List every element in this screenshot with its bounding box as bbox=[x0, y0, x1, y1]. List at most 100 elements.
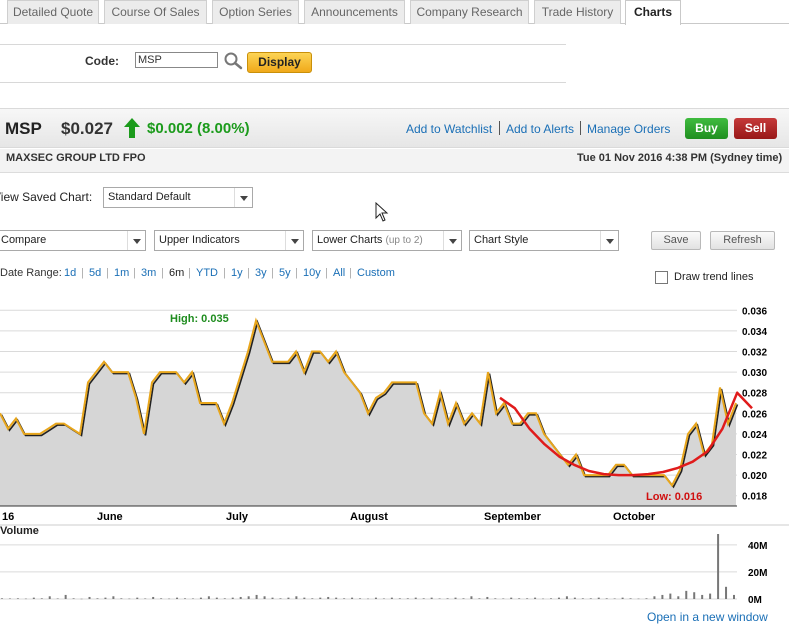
volume-bar bbox=[351, 597, 354, 599]
y-tick-label: 0.026 bbox=[742, 409, 767, 420]
volume-bar bbox=[191, 598, 194, 599]
volume-bar bbox=[605, 598, 608, 599]
volume-bar bbox=[374, 597, 377, 599]
volume-bar bbox=[287, 597, 290, 599]
open-new-window-link[interactable]: Open in a new window bbox=[647, 610, 768, 624]
saved-chart-value: Standard Default bbox=[108, 191, 191, 203]
tab-charts[interactable]: Charts bbox=[625, 0, 681, 25]
volume-panel-title: Volume bbox=[0, 525, 39, 537]
volume-bar bbox=[414, 597, 417, 599]
volume-bar bbox=[207, 596, 210, 599]
display-button[interactable]: Display bbox=[247, 52, 312, 73]
volume-bar bbox=[398, 598, 401, 599]
volume-bar bbox=[454, 597, 457, 599]
volume-bar bbox=[557, 597, 560, 599]
tab-company-research[interactable]: Company Research bbox=[410, 0, 529, 24]
lower-charts-value: Lower Charts bbox=[317, 234, 383, 246]
date-range-custom[interactable]: Custom bbox=[357, 267, 395, 279]
date-range-3m[interactable]: 3m bbox=[141, 267, 156, 279]
volume-bar bbox=[693, 592, 696, 599]
quote-datetime: Tue 01 Nov 2016 4:38 PM (Sydney time) bbox=[577, 152, 783, 164]
x-tick-label: October bbox=[613, 511, 656, 523]
compare-value: Compare bbox=[1, 234, 47, 246]
date-range-6m[interactable]: 6m bbox=[169, 267, 184, 279]
tab-announcements[interactable]: Announcements bbox=[304, 0, 405, 24]
volume-bar bbox=[263, 596, 266, 599]
volume-bar bbox=[430, 597, 433, 599]
divider: | bbox=[295, 267, 298, 279]
date-range-10y[interactable]: 10y bbox=[303, 267, 321, 279]
code-input[interactable] bbox=[135, 52, 218, 68]
volume-bar bbox=[319, 597, 322, 599]
volume-bar bbox=[685, 590, 688, 599]
x-tick-label: 16 bbox=[2, 511, 14, 523]
draw-trend-lines-checkbox[interactable] bbox=[655, 271, 668, 284]
volume-bar bbox=[422, 598, 425, 599]
volume-bar bbox=[502, 598, 505, 599]
date-range-ytd[interactable]: YTD bbox=[196, 267, 218, 279]
compare-select[interactable]: Compare bbox=[0, 230, 146, 251]
y-tick-label: 0.018 bbox=[742, 492, 767, 503]
y-tick-label: 0.020 bbox=[742, 471, 767, 482]
divider: | bbox=[133, 267, 136, 279]
code-label: Code: bbox=[85, 54, 119, 68]
add-to-watchlist-link[interactable]: Add to Watchlist bbox=[406, 122, 492, 136]
refresh-button[interactable]: Refresh bbox=[710, 231, 775, 250]
manage-orders-link[interactable]: Manage Orders bbox=[587, 122, 670, 136]
chevron-down-icon bbox=[234, 188, 252, 207]
volume-bar bbox=[255, 594, 258, 599]
date-range-1y[interactable]: 1y bbox=[231, 267, 243, 279]
y-tick-label: 0.034 bbox=[742, 327, 767, 338]
volume-bar bbox=[128, 598, 131, 600]
volume-bar bbox=[168, 598, 171, 600]
volume-bar bbox=[621, 597, 624, 599]
tab-course-of-sales[interactable]: Course Of Sales bbox=[104, 0, 207, 24]
add-to-alerts-link[interactable]: Add to Alerts bbox=[506, 122, 574, 136]
volume-bar bbox=[438, 598, 441, 599]
volume-bar bbox=[120, 598, 123, 599]
tab-detailed-quote[interactable]: Detailed Quote bbox=[7, 0, 99, 24]
magnifier-icon[interactable] bbox=[222, 51, 244, 71]
date-range-all[interactable]: All bbox=[333, 267, 345, 279]
volume-bar bbox=[311, 598, 314, 599]
save-button[interactable]: Save bbox=[651, 231, 701, 250]
date-range-1d[interactable]: 1d bbox=[64, 267, 76, 279]
date-range-3y[interactable]: 3y bbox=[255, 267, 267, 279]
y-tick-label: 0.028 bbox=[742, 389, 767, 400]
divider: | bbox=[81, 267, 84, 279]
volume-bar bbox=[8, 598, 11, 599]
price-chart[interactable]: 0.036 0.034 0.032 0.030 0.028 0.026 0.024 0.022… bbox=[0, 296, 789, 606]
arrow-up-icon bbox=[123, 117, 141, 139]
x-tick-label: September bbox=[484, 511, 542, 523]
volume-bar bbox=[295, 596, 298, 599]
tab-bar: Detailed Quote Course Of Sales Option Se… bbox=[0, 0, 789, 25]
chart-style-value: Chart Style bbox=[474, 234, 529, 246]
volume-bar bbox=[24, 598, 27, 600]
volume-bar bbox=[701, 594, 704, 599]
lower-charts-select[interactable]: Lower Charts (up to 2) bbox=[312, 230, 462, 251]
volume-bar bbox=[56, 598, 59, 599]
volume-tick-label: 20M bbox=[748, 568, 767, 579]
divider: | bbox=[325, 267, 328, 279]
tab-trade-history[interactable]: Trade History bbox=[534, 0, 621, 24]
volume-bar bbox=[613, 598, 616, 599]
volume-bar bbox=[367, 598, 369, 600]
tab-option-series[interactable]: Option Series bbox=[212, 0, 299, 24]
volume-bar bbox=[661, 594, 664, 599]
date-range-5d[interactable]: 5d bbox=[89, 267, 101, 279]
volume-bar bbox=[518, 598, 521, 599]
upper-indicators-select[interactable]: Upper Indicators bbox=[154, 230, 304, 251]
volume-bar bbox=[390, 597, 393, 599]
date-range-1m[interactable]: 1m bbox=[114, 267, 129, 279]
volume-bar bbox=[717, 534, 720, 599]
chart-style-select[interactable]: Chart Style bbox=[469, 230, 619, 251]
sell-button[interactable]: Sell bbox=[734, 118, 777, 139]
saved-chart-select[interactable]: Standard Default bbox=[103, 187, 253, 208]
draw-trend-lines-label: Draw trend lines bbox=[674, 271, 754, 283]
chevron-down-icon bbox=[127, 231, 145, 250]
buy-button[interactable]: Buy bbox=[685, 118, 728, 139]
y-tick-label: 0.024 bbox=[742, 430, 767, 441]
volume-bar bbox=[40, 598, 43, 599]
date-range-5y[interactable]: 5y bbox=[279, 267, 291, 279]
volume-bar bbox=[1, 598, 3, 599]
